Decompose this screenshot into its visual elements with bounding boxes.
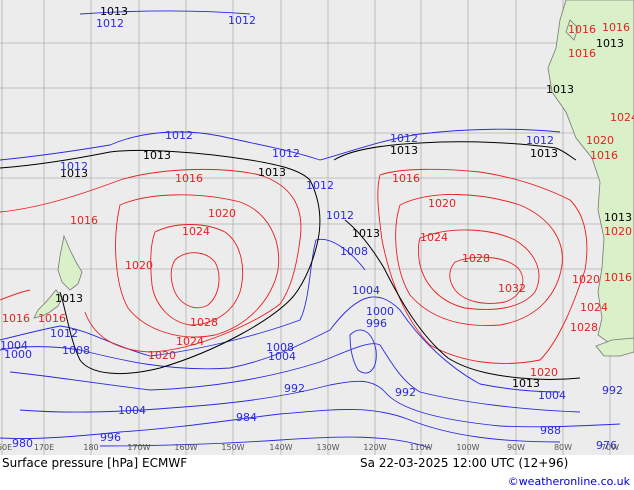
isobar-label-black: 1013 [596, 37, 624, 50]
longitude-label: 80W [554, 443, 572, 452]
longitude-label: 150W [221, 443, 244, 452]
valid-time: Sa 22-03-2025 12:00 UTC (12+96) [360, 456, 569, 470]
longitude-label: 170W [127, 443, 150, 452]
isobar-label-black: 1013 [143, 149, 171, 162]
isobar-label-blue: 1012 [326, 209, 354, 222]
isobar-label-red: 1020 [604, 225, 632, 238]
longitude-label: 130W [316, 443, 339, 452]
map-title: Surface pressure [hPa] ECMWF [2, 456, 188, 470]
isobar-label-blue: 996 [366, 317, 387, 330]
isobar-label-blue: 992 [395, 386, 416, 399]
isobar-label-blue: 1012 [306, 179, 334, 192]
isobar-label-red: 1020 [572, 273, 600, 286]
isobar-label-blue: 1012 [165, 129, 193, 142]
isobar-label-blue: 1004 [352, 284, 380, 297]
isobar-label-blue: 1012 [390, 132, 418, 145]
isobar-label-blue: 1012 [96, 17, 124, 30]
isobar-label-blue: 1012 [272, 147, 300, 160]
isobar-label-black: 1013 [55, 292, 83, 305]
longitude-label: 110W [409, 443, 432, 452]
isobar-label-blue: 992 [602, 384, 623, 397]
isobar-label-red: 1020 [125, 259, 153, 272]
isobar-label-red: 1028 [190, 316, 218, 329]
isobar-label-blue: 1008 [340, 245, 368, 258]
isobar-label-red: 1016 [2, 312, 30, 325]
isobar-label-blue: 1004 [268, 350, 296, 363]
isobar-label-blue: 1004 [538, 389, 566, 402]
credit-link[interactable]: ©weatheronline.co.uk [508, 475, 630, 488]
isobar-label-blue: 996 [100, 431, 121, 444]
isobar-label-red: 1016 [568, 23, 596, 36]
longitude-label: 90W [507, 443, 525, 452]
longitude-label: 70W [601, 443, 619, 452]
isobar-label-red: 1028 [462, 252, 490, 265]
isobar-label-blue: 988 [540, 424, 561, 437]
isobar-label-red: 1016 [602, 21, 630, 34]
isobar-label-red: 1016 [590, 149, 618, 162]
isobar-label-blue: 1012 [526, 134, 554, 147]
isobar-label-red: 1024 [610, 111, 634, 124]
isobar-label-red: 1016 [568, 47, 596, 60]
isobar-label-red: 1020 [208, 207, 236, 220]
isobar-label-red: 1032 [498, 282, 526, 295]
isobar-label-blue: 984 [236, 411, 257, 424]
isobar-label-red: 1020 [428, 197, 456, 210]
isobar-label-red: 1020 [530, 366, 558, 379]
isobar-label-blue: 1012 [228, 14, 256, 27]
isobar-label-red: 1016 [38, 312, 66, 325]
isobar-label-black: 1013 [546, 83, 574, 96]
longitude-label: 160E [0, 443, 12, 452]
isobar-label-blue: 1012 [50, 327, 78, 340]
isobar-label-black: 1013 [530, 147, 558, 160]
isobar-label-red: 1020 [586, 134, 614, 147]
isobar-label-blue: 1000 [4, 348, 32, 361]
isobar-label-blue: 1012 [60, 160, 88, 173]
longitude-label: 170E [34, 443, 54, 452]
isobar-label-red: 1028 [570, 321, 598, 334]
isobar-label-blue: 1004 [118, 404, 146, 417]
isobar-label-black: 1013 [390, 144, 418, 157]
isobar-label-blue: 1008 [62, 344, 90, 357]
isobar-label-red: 1016 [604, 271, 632, 284]
isobar-label-red: 1024 [182, 225, 210, 238]
longitude-label: 120W [363, 443, 386, 452]
isobar-label-black: 1013 [604, 211, 632, 224]
isobar-label-red: 1024 [580, 301, 608, 314]
isobar-label-red: 1024 [420, 231, 448, 244]
isobar-label-red: 1016 [70, 214, 98, 227]
isobar-label-red: 1016 [175, 172, 203, 185]
longitude-label: 100W [456, 443, 479, 452]
longitude-label: 140W [269, 443, 292, 452]
isobar-label-black: 1013 [258, 166, 286, 179]
isobar-label-black: 1013 [352, 227, 380, 240]
isobar-label-blue: 980 [12, 437, 33, 450]
isobar-label-blue: 992 [284, 382, 305, 395]
isobar-label-red: 1020 [148, 349, 176, 362]
isobar-label-red: 1024 [176, 335, 204, 348]
longitude-label: 180 [83, 443, 98, 452]
surface-pressure-map: 10131013101310131013 10131013101310131013… [0, 0, 634, 455]
longitude-label: 160W [174, 443, 197, 452]
isobar-label-red: 1016 [392, 172, 420, 185]
